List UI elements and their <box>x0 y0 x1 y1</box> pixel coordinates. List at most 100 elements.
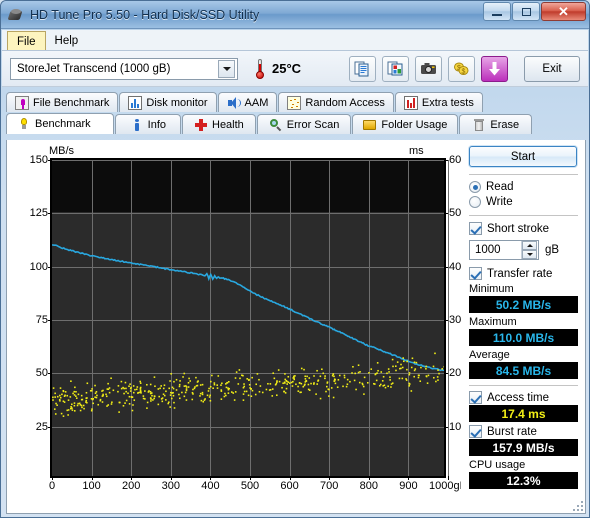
checkbox-transfer-rate-label: Transfer rate <box>487 267 553 280</box>
checkbox-burst-rate-indicator <box>469 425 482 438</box>
chart-series-layer <box>52 244 444 417</box>
tab-random-access[interactable]: Random Access <box>278 92 394 112</box>
file-benchmark-icon <box>15 95 29 110</box>
access-time-value: 17.4 ms <box>469 405 578 422</box>
y-tick-mark-right <box>444 213 448 215</box>
quantity-stepper[interactable] <box>521 241 537 259</box>
donate-button[interactable]: $ $ <box>448 55 475 82</box>
checkbox-transfer-rate[interactable]: Transfer rate <box>469 267 578 280</box>
short-stroke-unit: gB <box>545 244 560 256</box>
radio-write-label: Write <box>486 196 513 208</box>
y-tick-label-left: 50 <box>35 367 48 380</box>
y-tick-mark-right <box>444 266 448 268</box>
resize-grip[interactable] <box>571 499 583 511</box>
radio-read-indicator <box>469 181 481 193</box>
thermometer-icon <box>254 58 266 80</box>
controls-panel: Start Read Write Short stroke 1000 gB Tr… <box>461 140 585 512</box>
benchmark-chart: MB/s ms 25 50 75 100 125 150 10 20 30 40 50 60 0 10… <box>7 140 467 512</box>
start-button[interactable]: Start <box>469 146 577 167</box>
maximum-value: 110.0 MB/s <box>469 329 578 346</box>
radio-write[interactable]: Write <box>469 196 578 208</box>
camera-icon <box>421 63 436 74</box>
temperature-group: 25°C <box>254 58 301 80</box>
save-button[interactable] <box>481 55 508 82</box>
access-time-scatter <box>52 352 444 417</box>
checkbox-access-time[interactable]: Access time <box>469 391 578 404</box>
menu-item-file[interactable]: File <box>7 31 46 50</box>
tab-info[interactable]: Info <box>114 114 181 134</box>
maximize-button[interactable] <box>512 2 540 21</box>
extra-tests-icon <box>403 95 418 110</box>
close-button[interactable]: ✕ <box>541 2 586 21</box>
stepper-up-button[interactable] <box>522 241 537 250</box>
checkbox-short-stroke[interactable]: Short stroke <box>469 222 578 235</box>
speaker-icon <box>227 96 241 110</box>
drive-select-value: StoreJet Transcend (1000 gB) <box>17 62 171 75</box>
y-tick-label-right: 30 <box>449 314 462 326</box>
y-tick-mark-right <box>444 320 448 321</box>
tab-row-secondary: File Benchmark Disk monitor AAM Random A… <box>6 91 584 112</box>
divider <box>469 215 578 216</box>
chevron-down-icon[interactable] <box>218 59 235 78</box>
x-tick-mark <box>131 476 133 480</box>
x-tick-label: 600 <box>280 480 299 492</box>
menu-file-label: File <box>17 36 36 48</box>
benchmark-icon <box>17 117 31 131</box>
checkbox-short-stroke-label: Short stroke <box>487 222 549 235</box>
close-icon: ✕ <box>558 3 569 19</box>
checkbox-burst-rate[interactable]: Burst rate <box>469 425 578 438</box>
average-value: 84.5 MB/s <box>469 362 578 379</box>
tab-extra-tests[interactable]: Extra tests <box>394 92 483 112</box>
minimize-button[interactable] <box>483 2 511 21</box>
drive-select[interactable]: StoreJet Transcend (1000 gB) <box>10 57 238 80</box>
info-icon <box>130 118 144 132</box>
tab-label: Disk monitor <box>146 96 208 109</box>
tab-aam[interactable]: AAM <box>217 92 278 112</box>
tab-folder-usage[interactable]: Folder Usage <box>352 114 459 134</box>
tab-label: File Benchmark <box>33 96 110 109</box>
short-stroke-size-row: 1000 gB <box>469 240 578 260</box>
chevron-down-icon <box>526 253 533 256</box>
tab-bar: File Benchmark Disk monitor AAM Random A… <box>6 91 584 134</box>
tab-benchmark[interactable]: Benchmark <box>6 113 114 134</box>
minimum-value: 50.2 MB/s <box>469 296 578 313</box>
copy-image-icon <box>387 61 403 76</box>
transfer-rate-line <box>52 244 444 372</box>
tab-health[interactable]: Health <box>182 114 256 134</box>
tab-label: Folder Usage <box>381 118 448 131</box>
tab-file-benchmark[interactable]: File Benchmark <box>6 92 119 112</box>
y-tick-label-right: 60 <box>449 154 462 166</box>
checkbox-burst-rate-label: Burst rate <box>487 425 537 438</box>
copy-text-button[interactable] <box>349 55 376 82</box>
divider <box>469 174 578 175</box>
exit-button[interactable]: Exit <box>524 55 580 82</box>
download-arrow-icon <box>489 61 500 75</box>
tab-disk-monitor[interactable]: Disk monitor <box>119 92 217 112</box>
x-tick-mark <box>408 476 410 480</box>
menu-item-help[interactable]: Help <box>46 30 88 50</box>
stepper-down-button[interactable] <box>522 250 537 259</box>
radio-read[interactable]: Read <box>469 181 578 193</box>
title-bar: HD Tune Pro 5.50 - Hard Disk/SSD Utility… <box>1 1 589 29</box>
x-tick-label: 700 <box>320 480 339 492</box>
y-tick-mark-right <box>444 426 448 428</box>
x-tick-mark <box>448 476 449 480</box>
short-stroke-input[interactable]: 1000 <box>469 240 539 260</box>
screenshot-button[interactable] <box>415 55 442 82</box>
y-tick-label-left: 100 <box>29 260 48 273</box>
x-tick-label: 400 <box>201 480 220 492</box>
copy-image-button[interactable] <box>382 55 409 82</box>
tab-label: Info <box>147 118 166 131</box>
tab-error-scan[interactable]: Error Scan <box>256 114 352 134</box>
y-tick-label-left: 125 <box>29 207 48 220</box>
app-window: HD Tune Pro 5.50 - Hard Disk/SSD Utility… <box>0 0 590 518</box>
x-tick-label: 300 <box>161 480 180 492</box>
magnifier-icon <box>269 118 283 132</box>
y-tick-label-right: 10 <box>449 420 462 433</box>
maximum-label: Maximum <box>469 316 517 328</box>
checkbox-access-time-label: Access time <box>487 391 549 404</box>
start-button-label: Start <box>510 150 536 163</box>
tab-erase[interactable]: Erase <box>459 114 533 134</box>
y-axis-label-right: ms <box>409 145 424 157</box>
tab-row-primary: Benchmark Info Health Error Scan Folder … <box>6 113 584 134</box>
